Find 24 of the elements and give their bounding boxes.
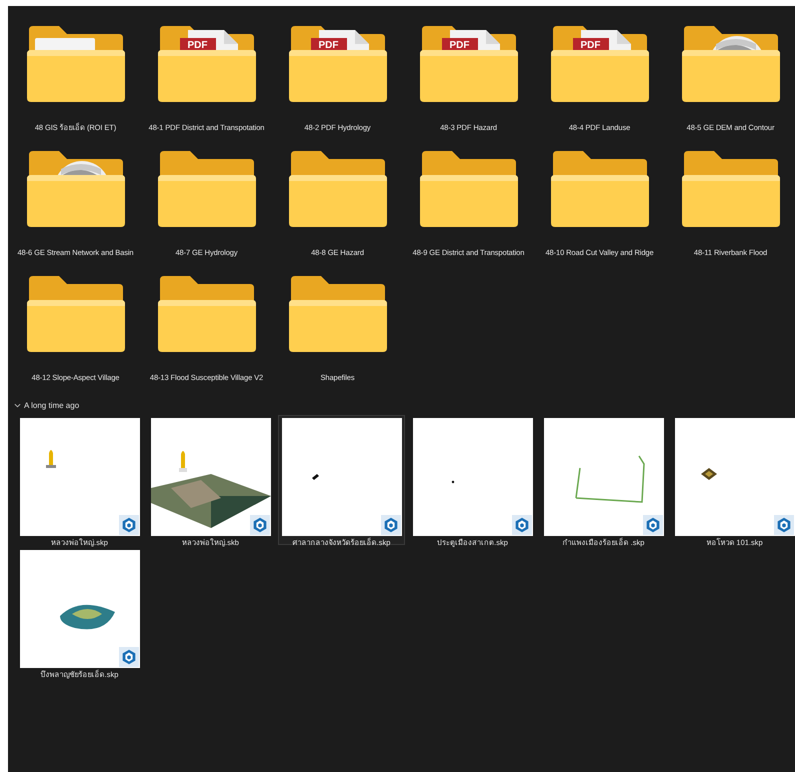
pdf-label: PDF <box>186 39 208 53</box>
cube-icon <box>774 515 794 535</box>
folder-icon[interactable] <box>288 149 386 227</box>
folder-icon[interactable] <box>158 274 256 352</box>
folder-icon[interactable] <box>26 149 124 227</box>
folder-icon[interactable] <box>26 274 124 352</box>
pdf-label: PDF <box>448 39 470 53</box>
folder-icon[interactable] <box>682 24 780 102</box>
cube-icon <box>380 515 400 535</box>
chevron-icon[interactable] <box>14 402 21 408</box>
pdf-label: PDF <box>318 39 340 53</box>
folder-icon[interactable] <box>26 24 124 102</box>
folder-icon[interactable] <box>550 149 648 227</box>
pdf-label: PDF <box>580 39 602 53</box>
cube-icon <box>118 515 138 535</box>
section-title: A long time ago <box>24 400 80 410</box>
cube-icon <box>118 647 138 667</box>
folder-icon[interactable] <box>682 149 780 227</box>
cube-icon <box>512 515 532 535</box>
folder-icon[interactable] <box>420 149 518 227</box>
folder-icon[interactable] <box>158 149 256 227</box>
cube-icon <box>250 515 270 535</box>
cube-icon <box>642 515 662 535</box>
folder-icon[interactable] <box>288 274 386 352</box>
